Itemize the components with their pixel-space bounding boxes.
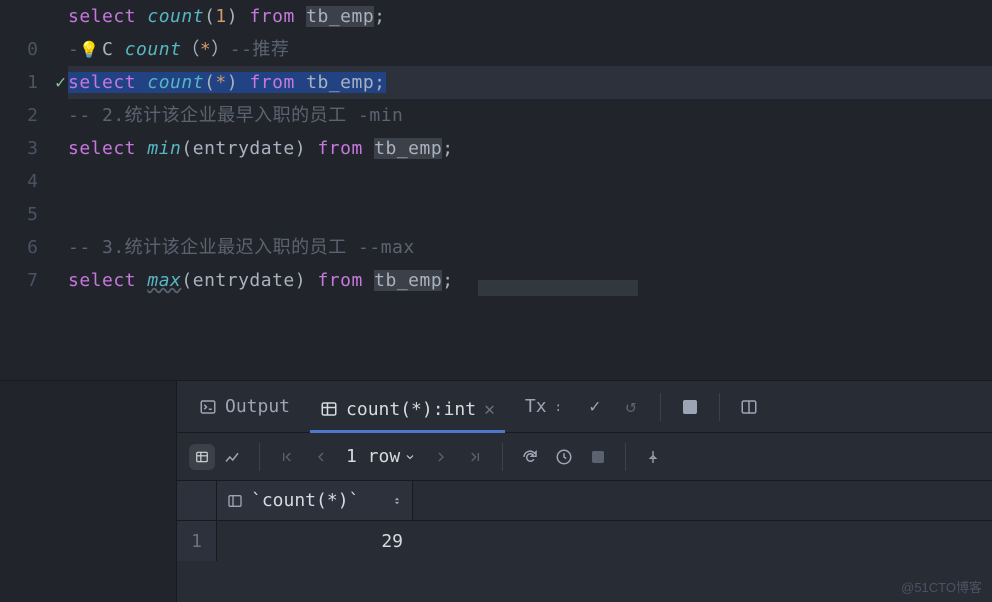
table-icon — [320, 400, 338, 418]
row-number: 1 — [177, 521, 217, 561]
history-clock-icon[interactable] — [551, 444, 577, 470]
result-table: `count(*)` 1 29 — [177, 481, 992, 561]
cell-value[interactable]: 29 — [217, 521, 413, 561]
terminal-icon — [199, 398, 217, 416]
lightbulb-icon[interactable]: 💡 — [79, 33, 99, 66]
pin-icon[interactable] — [640, 444, 666, 470]
code-line[interactable]: select max(entrydate) from tb_emp; — [68, 264, 992, 297]
code-line[interactable]: select min(entrydate) from tb_emp; — [68, 132, 992, 165]
sort-icon[interactable] — [392, 494, 402, 508]
chevron-down-icon — [404, 451, 416, 463]
tab-output[interactable]: Output — [189, 390, 300, 423]
next-page-icon[interactable] — [428, 444, 454, 470]
tab-label: Output — [225, 396, 290, 417]
code-line[interactable]: select count(1) from tb_emp; — [68, 0, 992, 33]
chart-view-toggle[interactable] — [219, 444, 245, 470]
run-panel: Output count(*):int ✕ Tx: ✓ ↺ — [0, 380, 992, 602]
code-text-area[interactable]: select count(1) from tb_emp; -💡 C count（… — [68, 0, 992, 284]
last-page-icon[interactable] — [462, 444, 488, 470]
layout-sidebar-icon — [227, 493, 243, 509]
code-line[interactable] — [68, 198, 992, 231]
tab-result-active[interactable]: count(*):int ✕ — [310, 393, 505, 433]
close-tab-icon[interactable]: ✕ — [484, 399, 495, 420]
tab-label: count(*):int — [346, 399, 476, 420]
code-line[interactable] — [68, 165, 992, 198]
panel-left-gutter — [0, 381, 176, 602]
row-count-dropdown[interactable]: 1 row — [342, 446, 420, 467]
row-number-header — [177, 481, 217, 520]
refresh-icon[interactable] — [517, 444, 543, 470]
tx-label[interactable]: Tx: — [515, 390, 572, 423]
stop-small-icon[interactable] — [585, 444, 611, 470]
split-columns-icon[interactable] — [736, 394, 762, 420]
first-page-icon[interactable] — [274, 444, 300, 470]
line-gutter: 0 1 ✓ 2 3 4 5 6 7 — [0, 0, 44, 284]
row-count-text: 1 row — [346, 446, 400, 467]
code-line[interactable]: -- 2.统计该企业最早入职的员工 -min — [68, 99, 992, 132]
commit-check-icon[interactable]: ✓ — [582, 394, 608, 420]
table-row[interactable]: 1 29 — [177, 521, 992, 561]
grid-view-toggle[interactable] — [189, 444, 215, 470]
column-name: `count(*)` — [251, 490, 359, 511]
result-toolbar: 1 row — [177, 433, 992, 481]
watermark: @51CTO博客 — [901, 577, 982, 596]
column-header[interactable]: `count(*)` — [217, 481, 413, 520]
code-line-active[interactable]: select count(*) from tb_emp; — [68, 66, 992, 99]
code-editor: 0 1 ✓ 2 3 4 5 6 7 select count(1) from t… — [0, 0, 992, 284]
stop-icon[interactable] — [677, 394, 703, 420]
run-ok-icon: ✓ — [55, 66, 66, 99]
rollback-undo-icon[interactable]: ↺ — [618, 394, 644, 420]
result-tabs: Output count(*):int ✕ Tx: ✓ ↺ — [177, 381, 992, 433]
code-line[interactable]: -- 3.统计该企业最迟入职的员工 --max — [68, 231, 992, 264]
code-line[interactable]: -💡 C count（*）--推荐 — [68, 33, 992, 66]
prev-page-icon[interactable] — [308, 444, 334, 470]
